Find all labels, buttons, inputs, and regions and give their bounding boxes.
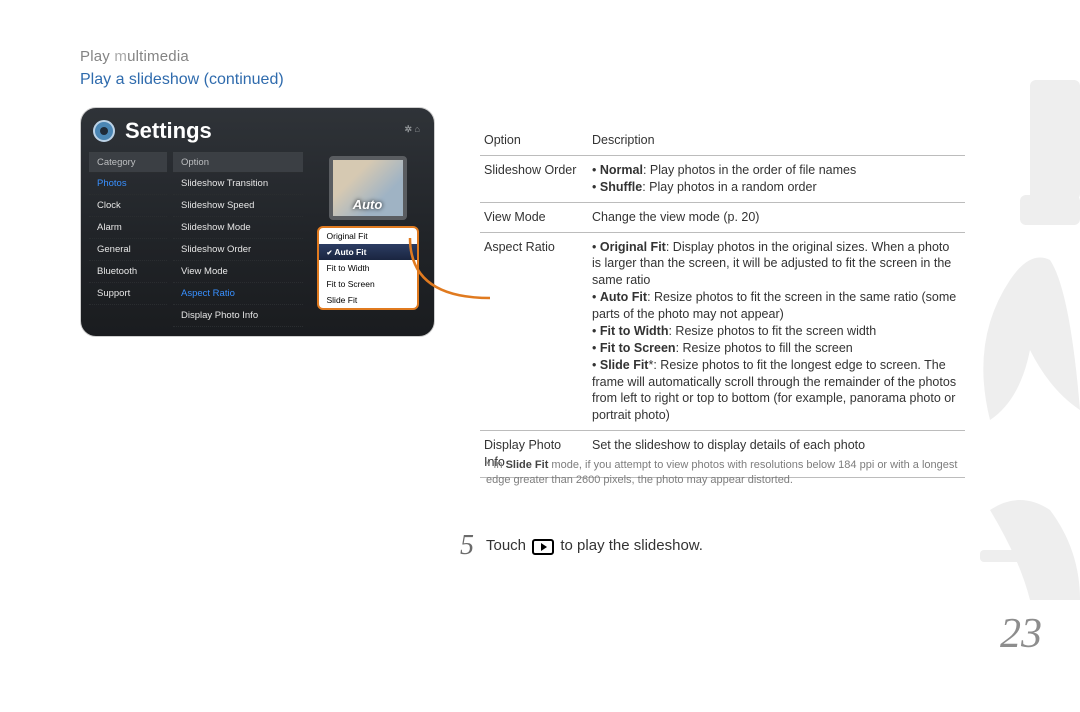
row-description: Original Fit: Display photos in the orig… [588,233,965,431]
settings-preview: Original FitAuto FitFit to WidthFit to S… [309,152,426,327]
table-row: Aspect RatioOriginal Fit: Display photos… [480,233,965,432]
gear-icon [91,118,117,144]
category-item-general[interactable]: General [89,239,167,261]
option-item-aspect-ratio[interactable]: Aspect Ratio [173,283,303,305]
background-art [950,80,1080,620]
category-item-photos[interactable]: Photos [89,173,167,195]
step-text-after: to play the slideshow. [556,537,703,554]
row-description: Change the view mode (p. 20) [588,203,965,232]
page-number: 23 [1000,610,1042,658]
settings-title: Settings [125,118,212,144]
breadcrumb: Play multimedia [80,48,1080,65]
aspect-item-auto-fit[interactable]: Auto Fit [319,244,417,260]
aspect-ratio-submenu[interactable]: Original FitAuto FitFit to WidthFit to S… [317,226,419,310]
row-option: Slideshow Order [480,156,588,202]
aspect-item-fit-to-screen[interactable]: Fit to Screen [319,276,417,292]
category-item-alarm[interactable]: Alarm [89,217,167,239]
row-option: View Mode [480,203,588,232]
section-title: Play a slideshow (continued) [80,71,1080,89]
preview-image [329,156,407,220]
settings-category-header: Category [89,153,167,173]
category-item-bluetooth[interactable]: Bluetooth [89,261,167,283]
options-table-header-row: Option Description [480,126,965,156]
step-number: 5 [460,530,474,562]
settings-titlebar: Settings ✲ ⌂ [89,116,426,152]
step-text-before: Touch [486,537,530,554]
settings-option-column: Option Slideshow TransitionSlideshow Spe… [173,152,303,327]
slide-fit-footnote: * In Slide Fit mode, if you attempt to v… [486,458,966,489]
options-table-header-option: Option [480,126,588,155]
option-item-slideshow-order[interactable]: Slideshow Order [173,239,303,261]
aspect-item-original-fit[interactable]: Original Fit [319,228,417,244]
table-row: Slideshow OrderNormal: Play photos in th… [480,156,965,203]
row-description: Normal: Play photos in the order of file… [588,156,965,202]
option-item-display-photo-info[interactable]: Display Photo Info [173,305,303,327]
option-item-slideshow-speed[interactable]: Slideshow Speed [173,195,303,217]
settings-option-header: Option [173,153,303,173]
breadcrumb-prefix: Play [80,48,114,65]
options-table: Option Description Slideshow OrderNormal… [480,126,965,478]
option-item-slideshow-mode[interactable]: Slideshow Mode [173,217,303,239]
category-item-support[interactable]: Support [89,283,167,305]
settings-panel: Settings ✲ ⌂ Category PhotosClockAlarmGe… [80,107,435,337]
play-icon[interactable] [532,539,554,555]
settings-category-column: Category PhotosClockAlarmGeneralBluetoot… [89,152,167,327]
option-item-slideshow-transition[interactable]: Slideshow Transition [173,173,303,195]
aspect-item-slide-fit[interactable]: Slide Fit [319,292,417,308]
status-icons: ✲ ⌂ [405,124,420,135]
step-text: Touch to play the slideshow. [486,537,703,554]
footnote-bold: Slide Fit [506,459,549,471]
footnote-prefix: * In [486,459,506,471]
options-table-header-description: Description [588,126,965,155]
breadcrumb-rest: ultimedia [127,48,189,65]
aspect-item-fit-to-width[interactable]: Fit to Width [319,260,417,276]
table-row: View ModeChange the view mode (p. 20) [480,203,965,233]
category-item-clock[interactable]: Clock [89,195,167,217]
option-item-view-mode[interactable]: View Mode [173,261,303,283]
footnote-rest: mode, if you attempt to view photos with… [486,459,957,486]
step-5: 5 Touch to play the slideshow. [460,530,703,562]
breadcrumb-m: m [114,48,127,65]
row-option: Aspect Ratio [480,233,588,431]
